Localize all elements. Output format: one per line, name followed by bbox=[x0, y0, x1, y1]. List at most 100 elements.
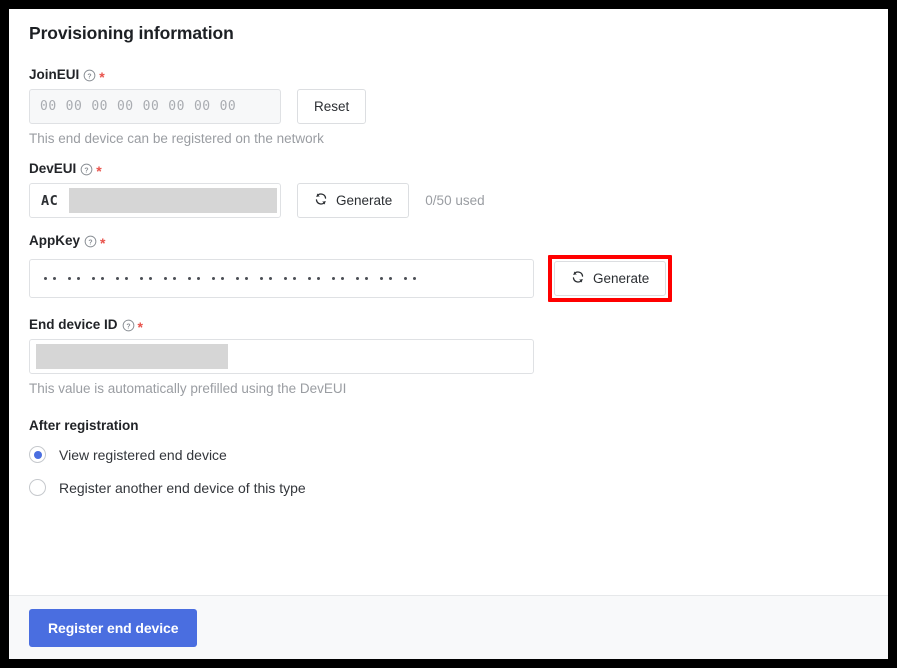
byte-cell: 00 bbox=[40, 99, 57, 114]
generate-dev-eui-button[interactable]: Generate bbox=[297, 183, 410, 218]
svg-text:?: ? bbox=[88, 73, 92, 80]
dev-eui-input-row: AC Generate 0/50 used bbox=[29, 183, 868, 218]
field-join-eui: JoinEUI ? * 00 00 00 00 00 00 00 00 Rese… bbox=[29, 68, 868, 146]
app-key-mask-group bbox=[44, 277, 56, 280]
end-device-id-help-text: This value is automatically prefilled us… bbox=[29, 381, 347, 396]
field-dev-eui: DevEUI ? * AC Generate 0/50 used bbox=[29, 162, 868, 218]
app-key-mask-dot bbox=[413, 277, 416, 280]
end-device-id-redacted-value bbox=[36, 344, 228, 369]
join-eui-label: JoinEUI ? * bbox=[29, 67, 868, 85]
byte-cell: 00 bbox=[116, 99, 134, 114]
app-key-mask-dot bbox=[149, 277, 152, 280]
app-key-mask-group bbox=[212, 277, 224, 280]
app-key-mask-dot bbox=[188, 277, 191, 280]
question-circle-icon[interactable]: ? bbox=[83, 69, 96, 82]
generate-app-key-highlight: Generate bbox=[548, 255, 673, 302]
app-key-mask-dot bbox=[44, 277, 47, 280]
app-key-mask-dot bbox=[365, 277, 368, 280]
form-footer: Register end device bbox=[9, 595, 888, 659]
generate-app-key-label: Generate bbox=[593, 271, 650, 286]
app-key-input-row: Generate bbox=[29, 255, 868, 302]
app-key-mask-dot bbox=[245, 277, 248, 280]
app-key-mask-dot bbox=[173, 277, 176, 280]
app-key-mask-group bbox=[140, 277, 152, 280]
app-key-label-text: AppKey bbox=[29, 233, 81, 249]
app-key-mask-dot bbox=[68, 277, 71, 280]
app-key-mask-group bbox=[164, 277, 176, 280]
required-asterisk: * bbox=[99, 69, 105, 85]
svg-text:?: ? bbox=[85, 167, 89, 174]
app-key-input[interactable] bbox=[29, 259, 534, 298]
app-key-mask-dot bbox=[77, 277, 80, 280]
app-key-mask-group bbox=[332, 277, 344, 280]
app-key-mask-dot bbox=[260, 277, 263, 280]
radio-register-another-end-device[interactable]: Register another end device of this type bbox=[29, 479, 868, 496]
app-key-mask-group bbox=[260, 277, 272, 280]
byte-cell: 00 bbox=[65, 99, 83, 114]
join-eui-label-text: JoinEUI bbox=[29, 67, 80, 83]
refresh-icon bbox=[314, 192, 328, 209]
byte-cell: 00 bbox=[168, 99, 185, 114]
app-key-mask-dot bbox=[380, 277, 383, 280]
page-title: Provisioning information bbox=[29, 23, 234, 43]
app-key-mask-group bbox=[284, 277, 296, 280]
dev-eui-label-text: DevEUI bbox=[29, 161, 77, 177]
app-key-mask-dot bbox=[332, 277, 335, 280]
app-key-mask-dot bbox=[236, 277, 239, 280]
radio-label: View registered end device bbox=[59, 446, 227, 463]
radio-mark-icon bbox=[29, 479, 46, 496]
end-device-id-input[interactable] bbox=[29, 339, 534, 374]
svg-text:?: ? bbox=[126, 323, 130, 330]
reset-join-eui-button[interactable]: Reset bbox=[297, 89, 367, 124]
radio-label: Register another end device of this type bbox=[59, 479, 306, 496]
dev-eui-used-count: 0/50 used bbox=[425, 193, 485, 208]
generate-app-key-button[interactable]: Generate bbox=[554, 261, 667, 296]
radio-mark-icon bbox=[29, 446, 46, 463]
app-key-mask-dot bbox=[212, 277, 215, 280]
app-key-mask-dot bbox=[92, 277, 95, 280]
field-app-key: AppKey ? * Generate bbox=[29, 234, 868, 302]
generate-dev-eui-label: Generate bbox=[336, 193, 393, 208]
join-eui-input[interactable]: 00 00 00 00 00 00 00 00 bbox=[29, 89, 281, 124]
app-key-mask-group bbox=[116, 277, 128, 280]
app-key-mask-dot bbox=[101, 277, 104, 280]
end-device-id-label-text: End device ID bbox=[29, 317, 118, 333]
app-key-mask-dot bbox=[356, 277, 359, 280]
app-key-mask-dot bbox=[269, 277, 272, 280]
required-asterisk: * bbox=[96, 163, 102, 179]
app-key-mask-dot bbox=[293, 277, 296, 280]
required-asterisk: * bbox=[137, 319, 143, 335]
required-asterisk: * bbox=[100, 235, 106, 251]
byte-cell: 00 bbox=[193, 99, 211, 114]
svg-text:?: ? bbox=[88, 239, 92, 246]
question-circle-icon[interactable]: ? bbox=[122, 319, 135, 332]
app-key-mask-group bbox=[356, 277, 368, 280]
radio-view-registered-end-device[interactable]: View registered end device bbox=[29, 446, 868, 463]
question-circle-icon[interactable]: ? bbox=[80, 163, 93, 176]
after-registration-section: After registration View registered end d… bbox=[29, 418, 868, 496]
app-key-mask-dot bbox=[317, 277, 320, 280]
app-key-mask-dot bbox=[308, 277, 311, 280]
end-device-id-label: End device ID ? * bbox=[29, 317, 868, 335]
app-key-mask-group bbox=[92, 277, 104, 280]
app-key-mask-group bbox=[236, 277, 248, 280]
dev-eui-input[interactable]: AC bbox=[29, 183, 281, 218]
app-key-mask-group bbox=[404, 277, 416, 280]
question-circle-icon[interactable]: ? bbox=[84, 235, 97, 248]
app-key-mask-dot bbox=[116, 277, 119, 280]
app-key-mask-dot bbox=[389, 277, 392, 280]
app-key-mask-dot bbox=[164, 277, 167, 280]
app-key-mask-group bbox=[380, 277, 392, 280]
provisioning-form-panel: Provisioning information JoinEUI ? * 00 … bbox=[9, 9, 888, 659]
app-key-mask-dot bbox=[341, 277, 344, 280]
app-key-mask-dot bbox=[125, 277, 128, 280]
register-end-device-button[interactable]: Register end device bbox=[29, 608, 198, 647]
byte-cell: 00 bbox=[142, 99, 160, 114]
app-key-mask-dot bbox=[404, 277, 407, 280]
join-eui-input-row: 00 00 00 00 00 00 00 00 Reset bbox=[29, 89, 868, 124]
app-key-mask-dot bbox=[284, 277, 287, 280]
app-key-label: AppKey ? * bbox=[29, 233, 868, 251]
byte-cell: 00 bbox=[219, 99, 237, 114]
dev-eui-label: DevEUI ? * bbox=[29, 161, 868, 179]
after-registration-title: After registration bbox=[29, 418, 139, 433]
